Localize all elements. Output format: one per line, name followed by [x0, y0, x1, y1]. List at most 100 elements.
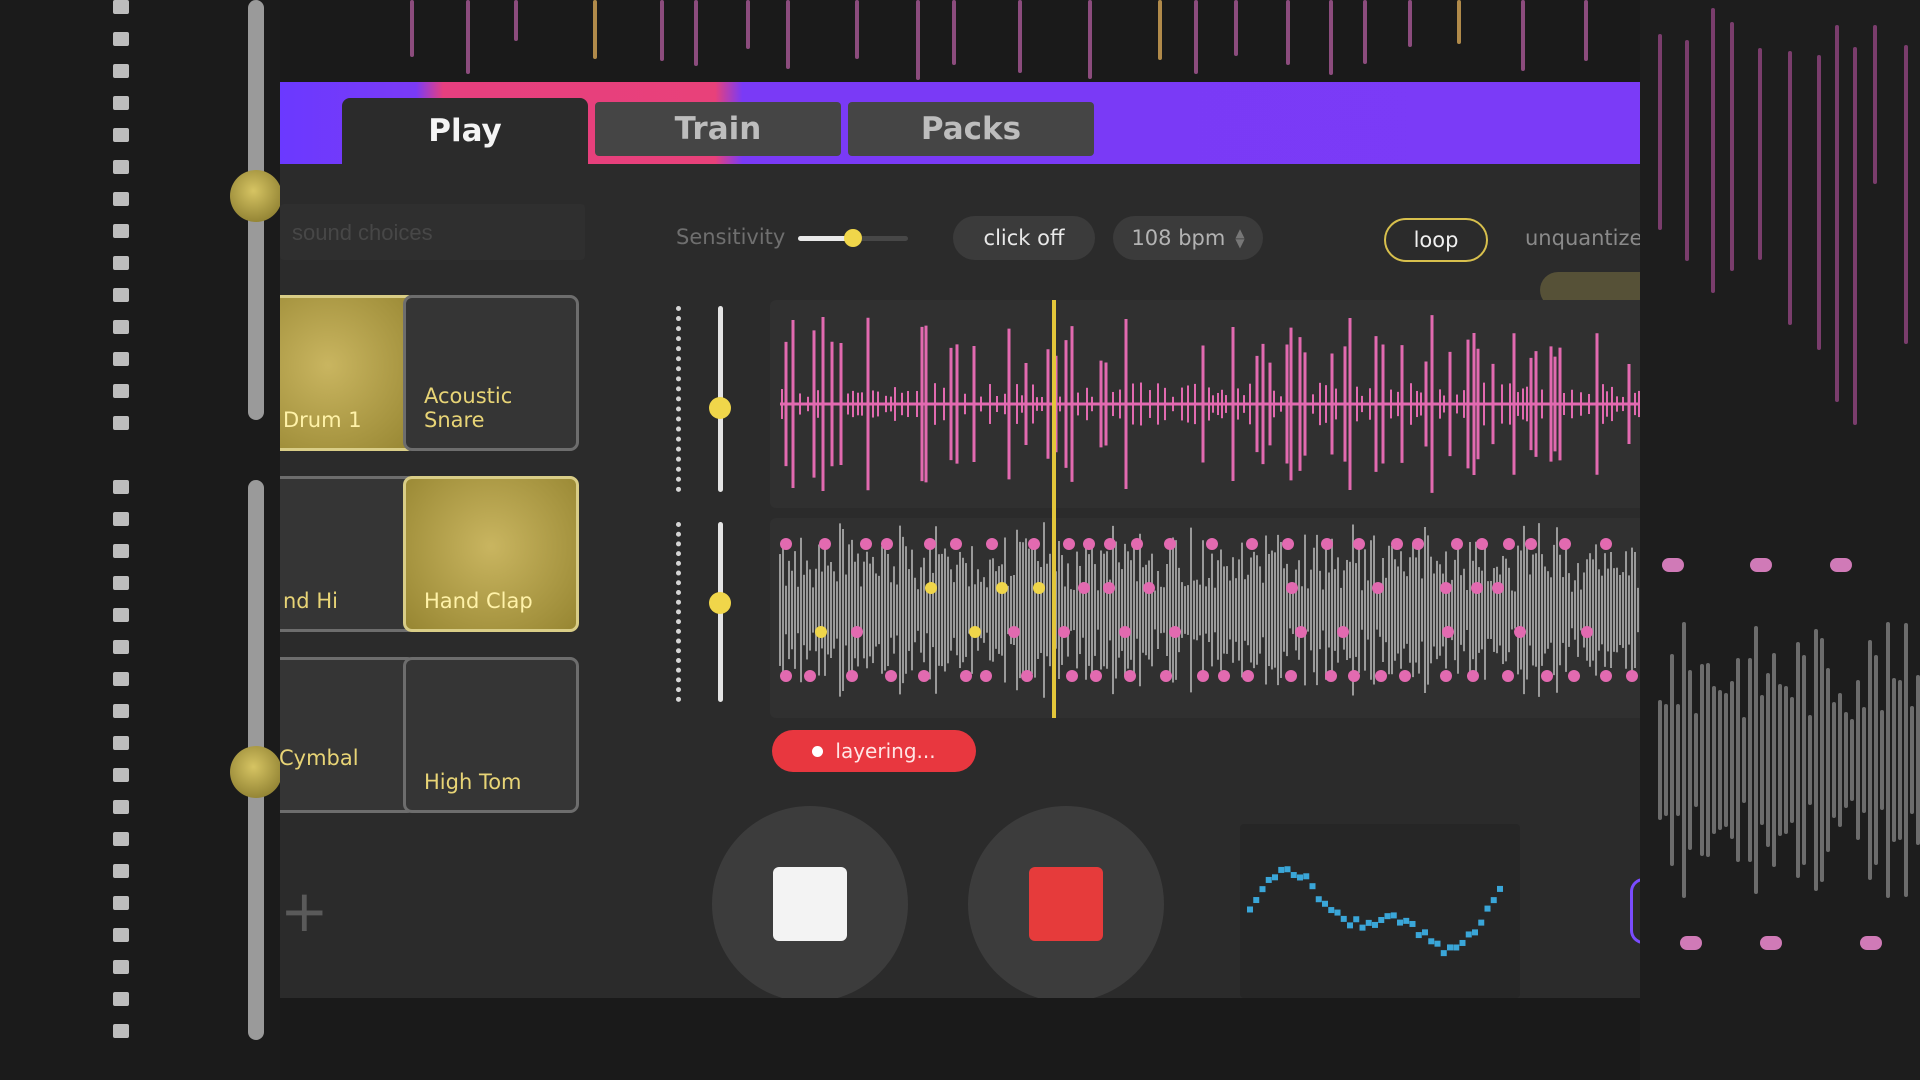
hit-marker — [1197, 670, 1209, 682]
loop-toggle-button[interactable]: loop — [1384, 218, 1488, 262]
record-button[interactable] — [968, 806, 1164, 998]
background-waveform-line — [1873, 25, 1877, 184]
background-waveform-line — [1916, 675, 1920, 845]
curve-point — [1384, 913, 1391, 920]
curve-point — [1415, 932, 1422, 939]
background-waveform-line — [1868, 639, 1872, 881]
track-2-volume-knob[interactable] — [709, 592, 731, 614]
hit-marker — [1083, 538, 1095, 550]
add-pad-button[interactable]: + — [280, 882, 329, 940]
hit-marker — [1348, 670, 1360, 682]
background-waveform-line — [1832, 701, 1836, 819]
pad-high-tom[interactable]: High Tom — [403, 657, 579, 813]
background-waveform-line — [1808, 715, 1812, 805]
hit-marker — [860, 538, 872, 550]
hit-marker — [1514, 626, 1526, 638]
background-right-waveform — [1640, 0, 1920, 1080]
playhead[interactable] — [1051, 300, 1056, 718]
sensitivity-slider[interactable] — [798, 229, 908, 247]
background-waveform-line — [1736, 658, 1740, 862]
background-waveform-line — [1817, 54, 1821, 351]
background-meter-segment — [113, 256, 129, 270]
hit-marker — [1063, 538, 1075, 550]
curve-point — [1297, 874, 1303, 881]
hit-marker — [851, 626, 863, 638]
background-waveform-line — [1772, 652, 1776, 868]
tab-train[interactable]: Train — [595, 102, 841, 156]
track-2-waveform — [779, 522, 1639, 698]
tab-play[interactable]: Play — [342, 98, 588, 164]
background-waveform-line — [1898, 679, 1902, 841]
background-meter-segment — [113, 736, 129, 750]
loop-track-1[interactable] — [676, 300, 1640, 508]
background-waveform-line — [1676, 703, 1680, 817]
background-waveform-line — [1802, 655, 1806, 865]
background-meter-segment — [113, 288, 129, 302]
hit-marker — [1412, 538, 1424, 550]
tab-packs[interactable]: Packs — [848, 102, 1094, 156]
hit-marker — [969, 626, 981, 638]
loop-track-2[interactable] — [676, 518, 1640, 718]
curve-point — [1303, 873, 1310, 880]
pad-hi-hat[interactable]: nd Hi — [280, 476, 416, 632]
background-waveform-line — [1706, 663, 1710, 857]
unquantize-toggle[interactable]: unquantize — [1525, 226, 1640, 250]
hit-marker — [924, 538, 936, 550]
hit-marker — [1471, 582, 1483, 594]
sound-search-input[interactable] — [290, 216, 574, 250]
background-waveform-line — [1880, 709, 1884, 811]
stop-button[interactable] — [712, 806, 908, 998]
background-waveform-line — [1790, 696, 1794, 824]
background-waveform-line — [466, 0, 470, 75]
track-1-meter — [676, 306, 686, 492]
hit-marker — [1058, 626, 1070, 638]
background-waveform-line — [1088, 0, 1092, 80]
hit-marker — [815, 626, 827, 638]
hit-marker — [780, 670, 792, 682]
curve-point — [1265, 876, 1272, 883]
background-waveform-line — [1838, 693, 1842, 827]
pad-label: Cymbal — [280, 746, 359, 770]
pad-drum-1[interactable]: Drum 1 — [280, 295, 416, 451]
curve-point — [1447, 944, 1453, 951]
background-meter-segment — [113, 992, 129, 1006]
background-meter-segment — [113, 544, 129, 558]
background-waveform-line — [1694, 712, 1698, 808]
hit-marker — [1164, 538, 1176, 550]
hit-marker — [881, 538, 893, 550]
background-waveform-line — [1835, 24, 1839, 403]
background-knob — [230, 746, 282, 798]
background-waveform-line — [1784, 686, 1788, 834]
background-hit-marker — [1860, 936, 1882, 950]
hit-marker — [1375, 670, 1387, 682]
pad-hand-clap[interactable]: Hand Clap — [403, 476, 579, 632]
hit-marker — [1078, 582, 1090, 594]
hit-marker — [1008, 626, 1020, 638]
bpm-select[interactable]: 108 bpm ▲ ▼ — [1113, 216, 1263, 260]
sensitivity-slider-thumb[interactable] — [844, 229, 862, 247]
pad-label: Hand Clap — [424, 589, 533, 613]
background-waveform-line — [1700, 664, 1704, 856]
background-waveform-line — [1158, 0, 1162, 60]
curve-point — [1484, 905, 1491, 912]
hit-marker — [1372, 582, 1384, 594]
background-meter-segment — [113, 864, 129, 878]
background-knob — [230, 170, 282, 222]
curve-point — [1340, 915, 1347, 922]
curve-point — [1315, 896, 1322, 903]
background-waveform-line — [1760, 694, 1764, 826]
pad-cymbal[interactable]: Cymbal — [280, 657, 416, 813]
partially-hidden-circle-icon[interactable] — [1630, 878, 1640, 944]
hit-marker — [1600, 538, 1612, 550]
pad-acoustic-snare[interactable]: Acoustic Snare — [403, 295, 579, 451]
background-waveform-line — [1363, 0, 1367, 64]
curve-point — [1372, 921, 1378, 928]
background-meter-segment — [113, 352, 129, 366]
hit-marker — [1028, 538, 1040, 550]
click-toggle-button[interactable]: click off — [953, 216, 1095, 260]
background-waveform-line — [1730, 22, 1734, 271]
hit-marker — [1559, 538, 1571, 550]
background-waveform-line — [1730, 681, 1734, 839]
background-meter-segment — [113, 224, 129, 238]
track-1-volume-knob[interactable] — [709, 397, 731, 420]
